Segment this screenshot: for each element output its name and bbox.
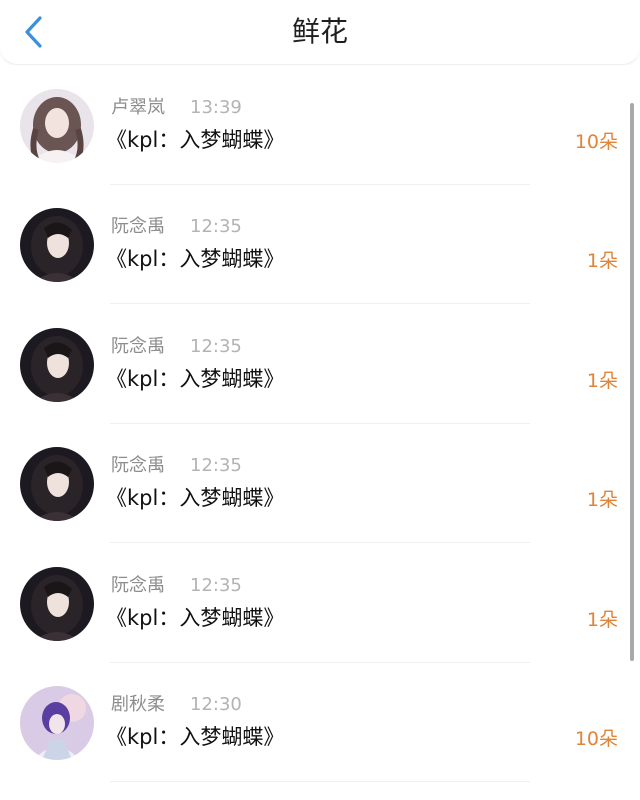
divider xyxy=(110,661,530,663)
sent-time: 12:35 xyxy=(190,216,242,238)
sender-name: 卢翠岚 xyxy=(111,97,165,118)
gift-title: 《kpl：入梦蝴蝶》 xyxy=(106,486,285,511)
divider xyxy=(110,303,530,305)
avatar[interactable] xyxy=(20,327,94,402)
page-title: 鲜花 xyxy=(291,15,348,48)
gift-title: 《kpl：入梦蝴蝶》 xyxy=(106,247,285,272)
avatar[interactable] xyxy=(20,208,94,283)
avatar[interactable] xyxy=(20,685,94,760)
divider xyxy=(110,184,530,185)
gift-title: 《kpl：入梦蝴蝶》 xyxy=(106,724,285,749)
avatar-image xyxy=(20,447,94,522)
divider xyxy=(110,422,530,424)
flower-count: 1朵 xyxy=(586,489,618,512)
avatar[interactable] xyxy=(20,89,94,163)
avatar-image xyxy=(20,208,94,283)
gift-title: 《kpl：入梦蝴蝶》 xyxy=(106,366,285,391)
flower-count: 1朵 xyxy=(586,250,618,273)
gift-title: 《kpl：入梦蝴蝶》 xyxy=(106,605,285,630)
flower-count: 10朵 xyxy=(574,727,618,750)
divider xyxy=(110,542,530,544)
scrollbar[interactable] xyxy=(630,103,634,661)
divider xyxy=(110,780,530,782)
avatar-image xyxy=(20,327,94,402)
sender-name: 阮念禹 xyxy=(111,216,165,238)
sent-time: 12:30 xyxy=(190,693,242,715)
top-bar: 鲜花 xyxy=(0,0,640,65)
gift-title: 《kpl：入梦蝴蝶》 xyxy=(106,128,285,152)
flower-count: 10朵 xyxy=(574,131,618,153)
sent-time: 12:35 xyxy=(190,574,242,596)
flower-count: 1朵 xyxy=(586,369,618,392)
header-spacer xyxy=(0,65,640,83)
list-item[interactable]: 阮念禹 12:35 《kpl：入梦蝴蝶》 1朵 xyxy=(0,203,640,322)
avatar-image xyxy=(20,685,94,760)
sender-name: 阮念禹 xyxy=(111,455,165,477)
sender-name: 阮念禹 xyxy=(111,335,165,357)
flower-count: 1朵 xyxy=(586,608,618,631)
list-item[interactable]: 阮念禹 12:35 《kpl：入梦蝴蝶》 1朵 xyxy=(0,562,640,681)
avatar-image xyxy=(20,89,94,163)
avatar[interactable] xyxy=(20,566,94,641)
sent-time: 12:35 xyxy=(190,455,242,477)
flower-gift-list: 卢翠岚 13:39 《kpl：入梦蝴蝶》 10朵 阮念禹 12:35 《kpl：… xyxy=(0,84,640,800)
sent-time: 12:35 xyxy=(190,335,242,357)
list-item[interactable]: 卢翠岚 13:39 《kpl：入梦蝴蝶》 10朵 xyxy=(0,84,640,203)
avatar-image xyxy=(20,566,94,641)
list-item[interactable]: 阮念禹 12:35 《kpl：入梦蝴蝶》 1朵 xyxy=(0,323,640,442)
sender-name: 阮念禹 xyxy=(111,574,165,596)
sent-time: 13:39 xyxy=(190,97,242,118)
sender-name: 剧秋柔 xyxy=(111,693,165,715)
avatar[interactable] xyxy=(20,447,94,522)
list-item[interactable]: 阮念禹 12:35 《kpl：入梦蝴蝶》 1朵 xyxy=(0,442,640,561)
list-item[interactable]: 剧秋柔 12:30 《kpl：入梦蝴蝶》 10朵 xyxy=(0,681,640,800)
